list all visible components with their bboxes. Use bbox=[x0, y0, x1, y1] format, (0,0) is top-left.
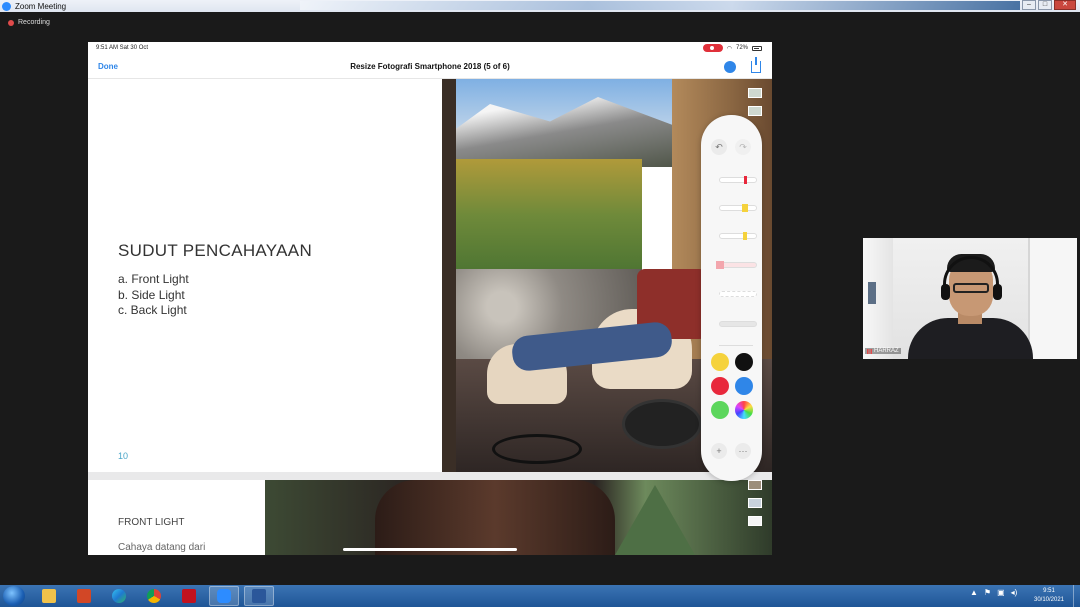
slide-photo-tree-trunk bbox=[265, 480, 772, 555]
zoom-icon bbox=[217, 589, 231, 603]
color-picker-icon[interactable] bbox=[735, 401, 753, 419]
participant-name-label: HARRAZ bbox=[865, 348, 901, 354]
audio-level-icon bbox=[867, 348, 872, 354]
recording-indicator[interactable]: Recording bbox=[8, 19, 50, 26]
markup-toolbar: ↶ ↷ + ··· bbox=[701, 115, 762, 481]
page-thumbnail-strip-lower[interactable] bbox=[748, 480, 766, 550]
windows-taskbar: ▲ ⚑ ▣ ◂) 9:51 30/10/2021 bbox=[0, 585, 1080, 607]
bullet-item: c. Back Light bbox=[118, 303, 187, 317]
recording-dot-icon bbox=[8, 19, 14, 26]
wifi-icon: ◠ bbox=[726, 45, 732, 52]
bullet-item: b. Side Light bbox=[118, 287, 185, 302]
zoom-app-icon bbox=[2, 1, 11, 11]
show-desktop-button[interactable] bbox=[1073, 585, 1080, 607]
page-separator bbox=[88, 472, 772, 480]
clock-time: 9:51 bbox=[1043, 588, 1055, 594]
undo-button[interactable]: ↶ bbox=[711, 139, 727, 155]
page-thumbnail[interactable] bbox=[748, 516, 762, 526]
system-tray: ▲ ⚑ ▣ ◂) bbox=[970, 588, 1017, 597]
word-button[interactable] bbox=[244, 586, 274, 606]
show-hidden-icons-icon[interactable]: ▲ bbox=[970, 588, 978, 597]
document-title: Resize Fotografi Smartphone 2018 (5 of 6… bbox=[350, 62, 510, 71]
word-icon bbox=[252, 589, 266, 603]
edge-icon bbox=[112, 589, 126, 603]
chrome-icon bbox=[147, 589, 161, 603]
pencil-tool[interactable] bbox=[719, 232, 757, 240]
chrome-button[interactable] bbox=[139, 586, 169, 606]
edge-button[interactable] bbox=[104, 586, 134, 606]
battery-icon bbox=[752, 45, 762, 51]
folder-icon bbox=[42, 589, 56, 603]
slide-bullet-list: a. Front Light b. Side Light c. Back Lig… bbox=[118, 272, 189, 319]
recording-label: Recording bbox=[18, 19, 50, 26]
blurred-titlebar-strip bbox=[300, 1, 1020, 10]
share-icon[interactable] bbox=[751, 57, 761, 73]
powerpoint-icon bbox=[77, 589, 91, 603]
acrobat-icon bbox=[182, 589, 196, 603]
maximize-button[interactable]: □ bbox=[1038, 0, 1052, 10]
slide-page-11: FRONT LIGHT Cahaya datang dari bbox=[90, 480, 265, 555]
color-swatch-yellow[interactable] bbox=[711, 353, 729, 371]
marker-tool[interactable] bbox=[719, 204, 757, 212]
flag-icon[interactable]: ⚑ bbox=[984, 588, 991, 597]
page-thumbnail[interactable] bbox=[748, 498, 762, 508]
window-title: Zoom Meeting bbox=[15, 1, 67, 11]
clock-date: 30/10/2021 bbox=[1033, 597, 1065, 603]
add-icon[interactable]: + bbox=[711, 443, 727, 459]
participant-name: HARRAZ bbox=[874, 348, 899, 354]
screen-record-icon bbox=[702, 44, 723, 52]
window-controls: – □ ✕ bbox=[1022, 0, 1076, 10]
page-thumbnail[interactable] bbox=[748, 106, 762, 116]
color-swatch-black[interactable] bbox=[735, 353, 753, 371]
file-explorer-button[interactable] bbox=[34, 586, 64, 606]
close-button[interactable]: ✕ bbox=[1054, 0, 1076, 10]
slide-heading: SUDUT PENCAHAYAAN bbox=[118, 241, 313, 260]
color-swatch-green[interactable] bbox=[711, 401, 729, 419]
lasso-tool[interactable] bbox=[719, 291, 757, 297]
slide-page-10: SUDUT PENCAHAYAAN a. Front Light b. Side… bbox=[90, 79, 442, 472]
color-swatch-red[interactable] bbox=[711, 377, 729, 395]
start-button[interactable] bbox=[3, 586, 25, 606]
zoom-button[interactable] bbox=[209, 586, 239, 606]
ruler-tool[interactable] bbox=[719, 321, 757, 327]
bullet-item: a. Front Light bbox=[118, 272, 189, 286]
battery-percent: 72% bbox=[735, 45, 748, 51]
color-swatch-blue[interactable] bbox=[735, 377, 753, 395]
page-thumbnail[interactable] bbox=[748, 480, 762, 490]
status-time: 9:51 AM Sat 30 Oct bbox=[96, 45, 149, 51]
pen-tool[interactable] bbox=[719, 176, 757, 184]
volume-icon[interactable]: ◂) bbox=[1011, 588, 1018, 597]
redo-button[interactable]: ↷ bbox=[735, 139, 751, 155]
minimize-button[interactable]: – bbox=[1022, 0, 1036, 10]
shared-screen: 9:51 AM Sat 30 Oct ◠ 72% Done Resize Fot… bbox=[88, 42, 772, 555]
slide-body-text: Cahaya datang dari bbox=[118, 542, 206, 553]
powerpoint-button[interactable] bbox=[69, 586, 99, 606]
ipad-nav-bar: Done Resize Fotografi Smartphone 2018 (5… bbox=[88, 55, 772, 79]
home-indicator bbox=[343, 548, 517, 551]
slide-heading: FRONT LIGHT bbox=[118, 517, 185, 528]
eraser-tool[interactable] bbox=[716, 261, 757, 269]
zoom-titlebar: Zoom Meeting – □ ✕ bbox=[0, 0, 1080, 12]
ipad-status-bar: 9:51 AM Sat 30 Oct ◠ 72% bbox=[88, 42, 772, 55]
acrobat-button[interactable] bbox=[174, 586, 204, 606]
more-icon[interactable]: ··· bbox=[735, 443, 751, 459]
page-number: 10 bbox=[118, 451, 129, 461]
participant-video-tile[interactable]: HARRAZ bbox=[863, 238, 1077, 359]
page-thumbnail[interactable] bbox=[748, 88, 762, 98]
markup-icon[interactable] bbox=[724, 61, 736, 73]
taskbar-clock[interactable]: 9:51 30/10/2021 bbox=[1030, 587, 1068, 605]
network-icon[interactable]: ▣ bbox=[997, 588, 1005, 597]
